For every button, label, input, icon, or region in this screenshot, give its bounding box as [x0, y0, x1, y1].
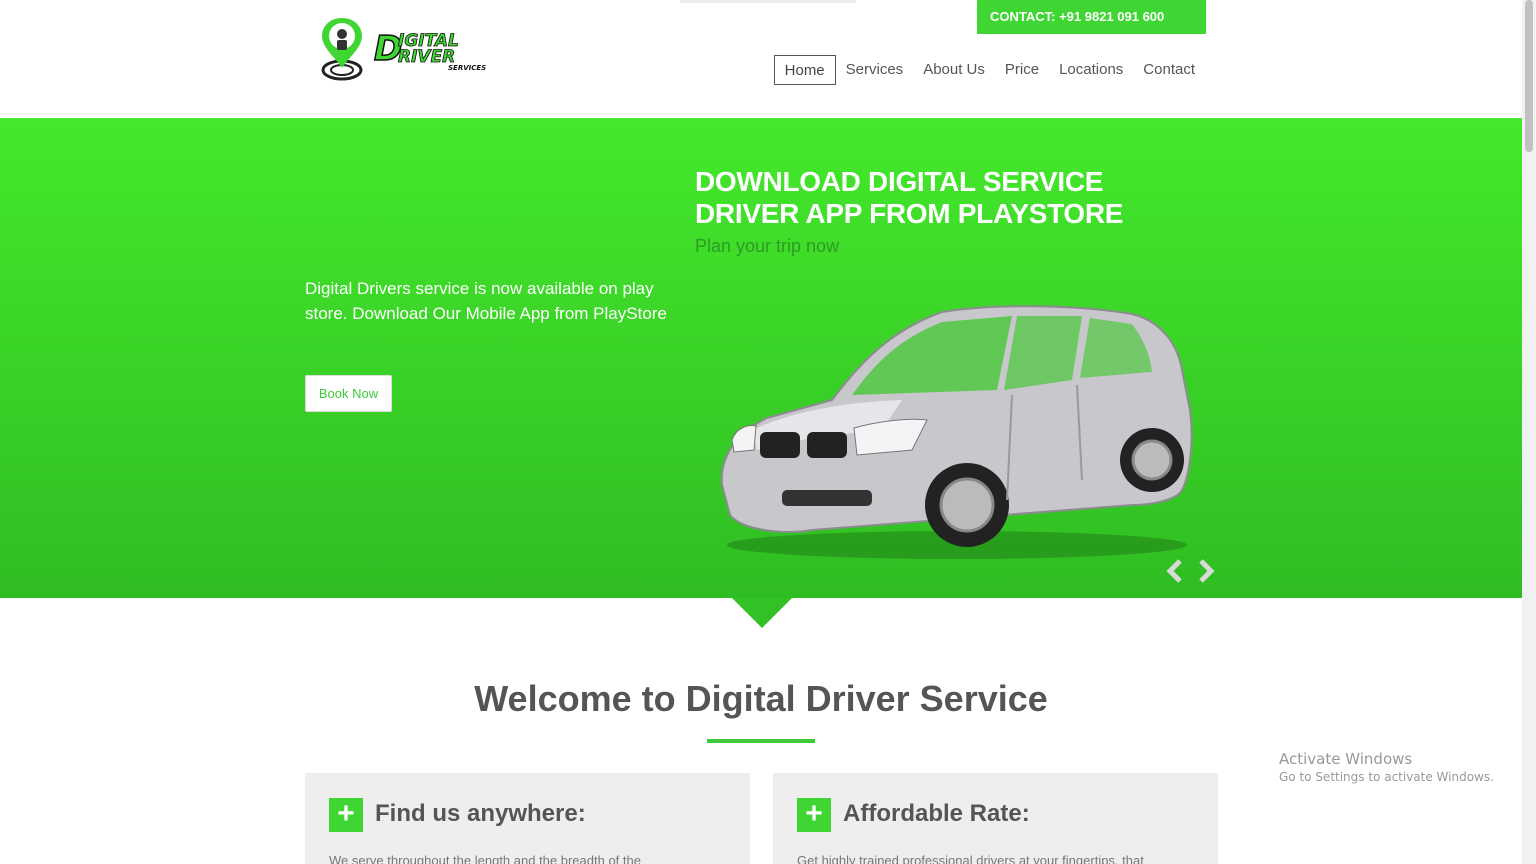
- car-image: [720, 305, 1193, 559]
- feature-text: We serve throughout the length and the b…: [329, 853, 641, 864]
- page-scrollbar[interactable]: [1522, 0, 1536, 864]
- nav-contact[interactable]: Contact: [1133, 55, 1205, 85]
- svg-text:RIVER: RIVER: [398, 47, 455, 67]
- nav-locations[interactable]: Locations: [1049, 55, 1133, 85]
- windows-watermark-title: Activate Windows: [1279, 750, 1413, 768]
- contact-bar[interactable]: CONTACT: +91 9821 091 600: [977, 0, 1206, 34]
- top-shadow: [680, 0, 856, 3]
- scrollbar-thumb[interactable]: [1525, 0, 1533, 152]
- windows-watermark-subtitle: Go to Settings to activate Windows.: [1279, 770, 1494, 784]
- site-header: D IGITAL RIVER SERVICES CONTACT: +91 982…: [0, 0, 1522, 118]
- site-logo[interactable]: D IGITAL RIVER SERVICES: [318, 14, 518, 84]
- feature-text: Get highly trained professional drivers …: [797, 853, 1144, 864]
- feature-card: + Find us anywhere: We serve throughout …: [305, 773, 750, 864]
- hero-title: DOWNLOAD DIGITAL SERVICE DRIVER APP FROM…: [695, 166, 1124, 229]
- nav-about-us[interactable]: About Us: [913, 55, 995, 85]
- nav-services[interactable]: Services: [836, 55, 914, 85]
- hero-description: Digital Drivers service is now available…: [305, 279, 667, 323]
- map-pin-icon: [321, 18, 363, 81]
- chevron-left-icon: [1166, 559, 1182, 583]
- feature-card: + Affordable Rate: Get highly trained pr…: [773, 773, 1218, 864]
- svg-text:SERVICES: SERVICES: [448, 64, 486, 72]
- slider-next-button[interactable]: [1193, 558, 1217, 584]
- welcome-title: Welcome to Digital Driver Service: [474, 678, 1048, 719]
- welcome-divider: [707, 739, 815, 743]
- plus-icon: +: [797, 798, 831, 832]
- nav-home[interactable]: Home: [773, 55, 836, 85]
- nav-price[interactable]: Price: [995, 55, 1049, 85]
- book-now-button[interactable]: Book Now: [305, 375, 392, 412]
- feature-title: Find us anywhere:: [375, 800, 586, 827]
- plus-icon: +: [329, 798, 363, 832]
- hero-pointer: [732, 598, 792, 628]
- hero-subtitle: Plan your trip now: [695, 236, 840, 256]
- main-nav: Home Services About Us Price Locations C…: [773, 55, 1205, 85]
- feature-title: Affordable Rate:: [843, 800, 1030, 827]
- chevron-right-icon: [1199, 559, 1215, 583]
- slider-prev-button[interactable]: [1164, 558, 1188, 584]
